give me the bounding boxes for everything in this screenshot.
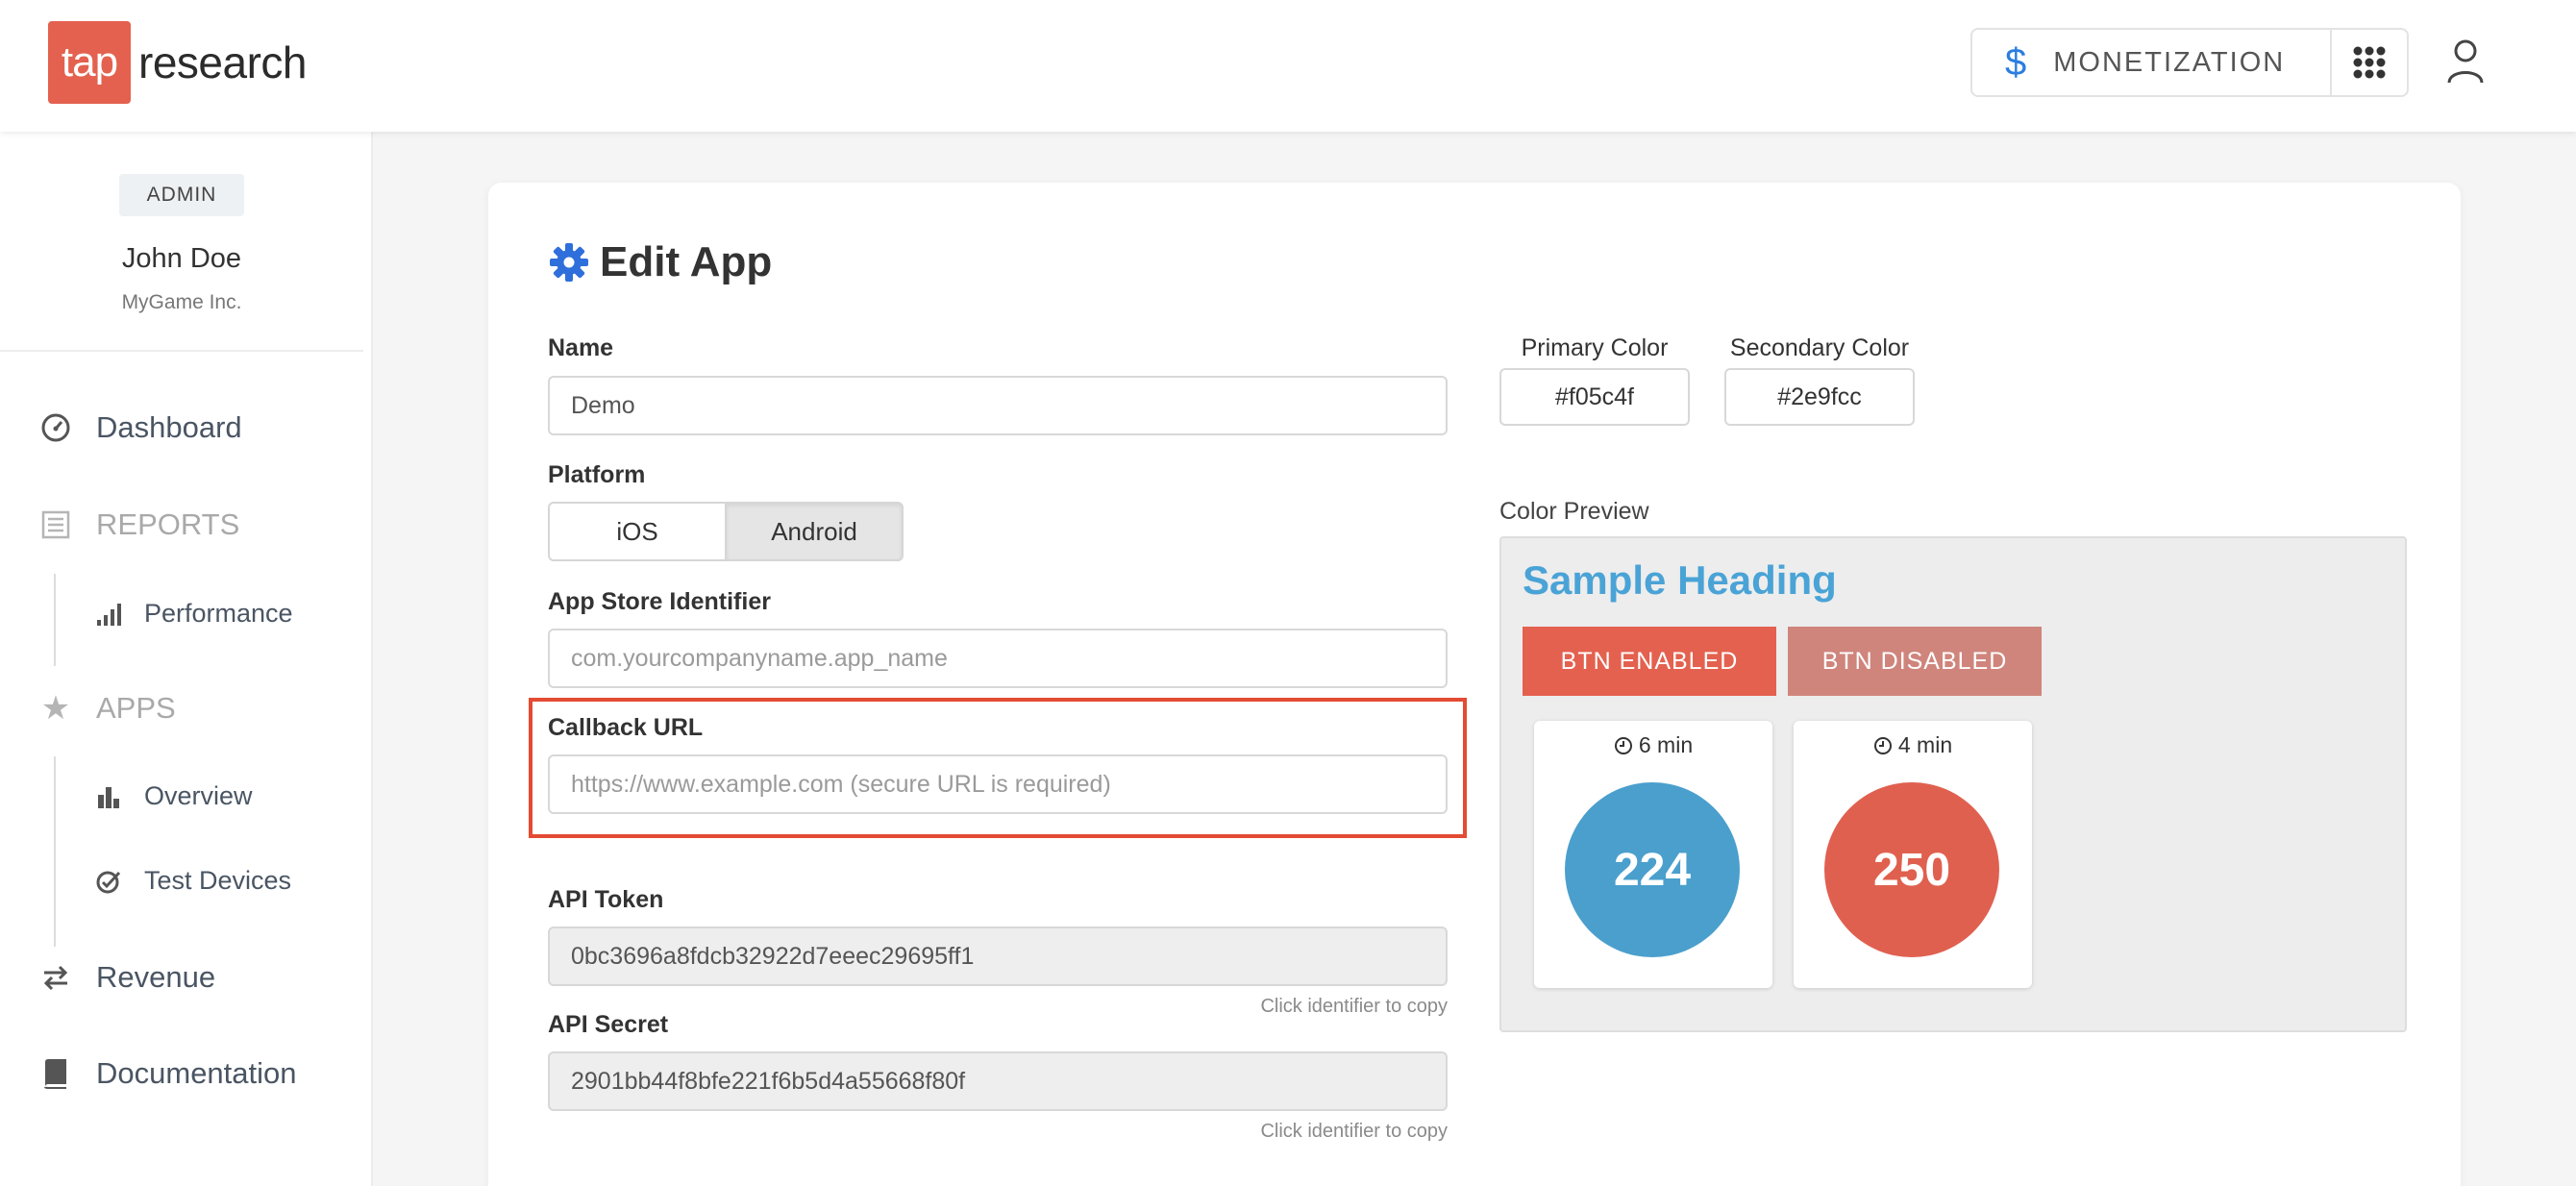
sidebar-item-label: Test Devices	[144, 866, 292, 895]
copy-hint: Click identifier to copy	[1260, 996, 1448, 1017]
platform-option-ios[interactable]: iOS	[548, 502, 727, 561]
color-preview-panel: Sample Heading BTN ENABLED BTN DISABLED …	[1499, 536, 2407, 1032]
role-badge: ADMIN	[119, 174, 244, 216]
tile-time-text: 6 min	[1638, 732, 1694, 757]
user-account-icon[interactable]	[2446, 38, 2485, 85]
api-secret-label: API Secret	[548, 1011, 669, 1038]
monetization-label: MONETIZATION	[2053, 46, 2286, 78]
edit-app-card: Edit App Name Demo Platform iOS Android …	[488, 183, 2461, 1186]
top-header: tap research $ MONETIZATION	[0, 0, 2576, 132]
sidebar-item-label: Overview	[144, 781, 253, 810]
tile-value-circle: 250	[1824, 782, 1999, 957]
clock-icon	[1873, 736, 1892, 754]
platform-label: Platform	[548, 461, 646, 488]
page-title-text: Edit App	[600, 238, 773, 285]
survey-tile: 4 min 250	[1794, 721, 2032, 988]
apps-grid-button[interactable]	[2332, 30, 2407, 95]
apps-subnav-line	[54, 756, 56, 947]
gear-icon	[550, 243, 588, 282]
sidebar-item-performance[interactable]: Performance	[94, 599, 293, 629]
btn-disabled-preview: BTN DISABLED	[1788, 627, 2042, 696]
sidebar-item-label: Revenue	[96, 960, 216, 994]
app-store-id-label: App Store Identifier	[548, 588, 771, 615]
tile-time-text: 4 min	[1897, 732, 1953, 757]
apps-grid-icon	[2353, 46, 2386, 79]
monetization-button[interactable]: $ MONETIZATION	[1972, 30, 2332, 95]
tile-value-circle: 224	[1565, 782, 1740, 957]
api-token-field[interactable]: 0bc3696a8fdcb32922d7eeec29695ff1	[548, 927, 1448, 986]
sidebar-item-dashboard[interactable]: Dashboard	[38, 410, 242, 445]
sidebar-item-label: Dashboard	[96, 410, 242, 444]
exchange-arrows-icon	[38, 960, 73, 995]
clock-icon	[1614, 736, 1632, 754]
dollar-icon: $	[2005, 40, 2027, 84]
sidebar-item-overview[interactable]: Overview	[94, 781, 253, 811]
star-icon: ★	[40, 690, 71, 727]
sidebar-item-documentation[interactable]: Documentation	[38, 1056, 297, 1091]
secondary-color-label: Secondary Color	[1729, 334, 1910, 361]
reports-list-icon	[38, 507, 73, 542]
name-input[interactable]: Demo	[548, 376, 1448, 435]
user-name: John Doe	[121, 243, 242, 274]
btn-enabled-preview: BTN ENABLED	[1523, 627, 1776, 696]
signal-bars-icon	[94, 600, 123, 629]
reports-subnav-line	[54, 574, 56, 666]
secondary-color-input[interactable]: #2e9fcc	[1724, 368, 1915, 426]
user-organization: MyGame Inc.	[121, 291, 242, 313]
page-title: Edit App	[548, 238, 772, 286]
sample-heading: Sample Heading	[1523, 557, 1837, 603]
tapresearch-logo[interactable]: tap research	[48, 21, 307, 104]
check-badge-icon	[94, 867, 123, 896]
platform-option-android[interactable]: Android	[725, 502, 904, 561]
logo-mark: tap	[48, 21, 131, 104]
sidebar-item-label: Performance	[144, 599, 293, 628]
tile-time: 6 min	[1534, 732, 1772, 758]
sidebar-section-reports: REPORTS	[38, 507, 239, 542]
callback-url-label: Callback URL	[548, 714, 704, 741]
survey-tile: 6 min 224	[1534, 721, 1772, 988]
bar-chart-icon	[94, 782, 123, 811]
book-icon	[38, 1056, 73, 1091]
api-secret-field[interactable]: 2901bb44f8bfe221f6b5d4a55668f80f	[548, 1051, 1448, 1111]
platform-toggle: iOS Android	[548, 502, 904, 561]
api-token-label: API Token	[548, 886, 664, 913]
sidebar-section-label: APPS	[96, 691, 176, 725]
sidebar-divider	[0, 350, 363, 352]
tile-time: 4 min	[1794, 732, 2032, 758]
name-label: Name	[548, 334, 614, 361]
sidebar-item-label: Documentation	[96, 1056, 297, 1090]
callback-url-input[interactable]: https://www.example.com (secure URL is r…	[548, 754, 1448, 814]
header-actions: $ MONETIZATION	[1970, 28, 2409, 97]
color-preview-label: Color Preview	[1499, 498, 1649, 525]
logo-wordmark: research	[138, 37, 307, 87]
sidebar-item-test-devices[interactable]: Test Devices	[94, 866, 291, 896]
copy-hint: Click identifier to copy	[1260, 1121, 1448, 1142]
app-store-id-input[interactable]: com.yourcompanyname.app_name	[548, 629, 1448, 688]
sidebar-section-label: REPORTS	[96, 507, 240, 541]
sidebar-section-apps: ★ APPS	[38, 690, 176, 727]
primary-color-input[interactable]: #f05c4f	[1499, 368, 1690, 426]
sidebar-item-revenue[interactable]: Revenue	[38, 960, 215, 995]
dashboard-gauge-icon	[38, 410, 73, 445]
primary-color-label: Primary Color	[1521, 334, 1669, 361]
sidebar: ADMIN John Doe MyGame Inc. Dashboard REP…	[0, 132, 373, 1186]
